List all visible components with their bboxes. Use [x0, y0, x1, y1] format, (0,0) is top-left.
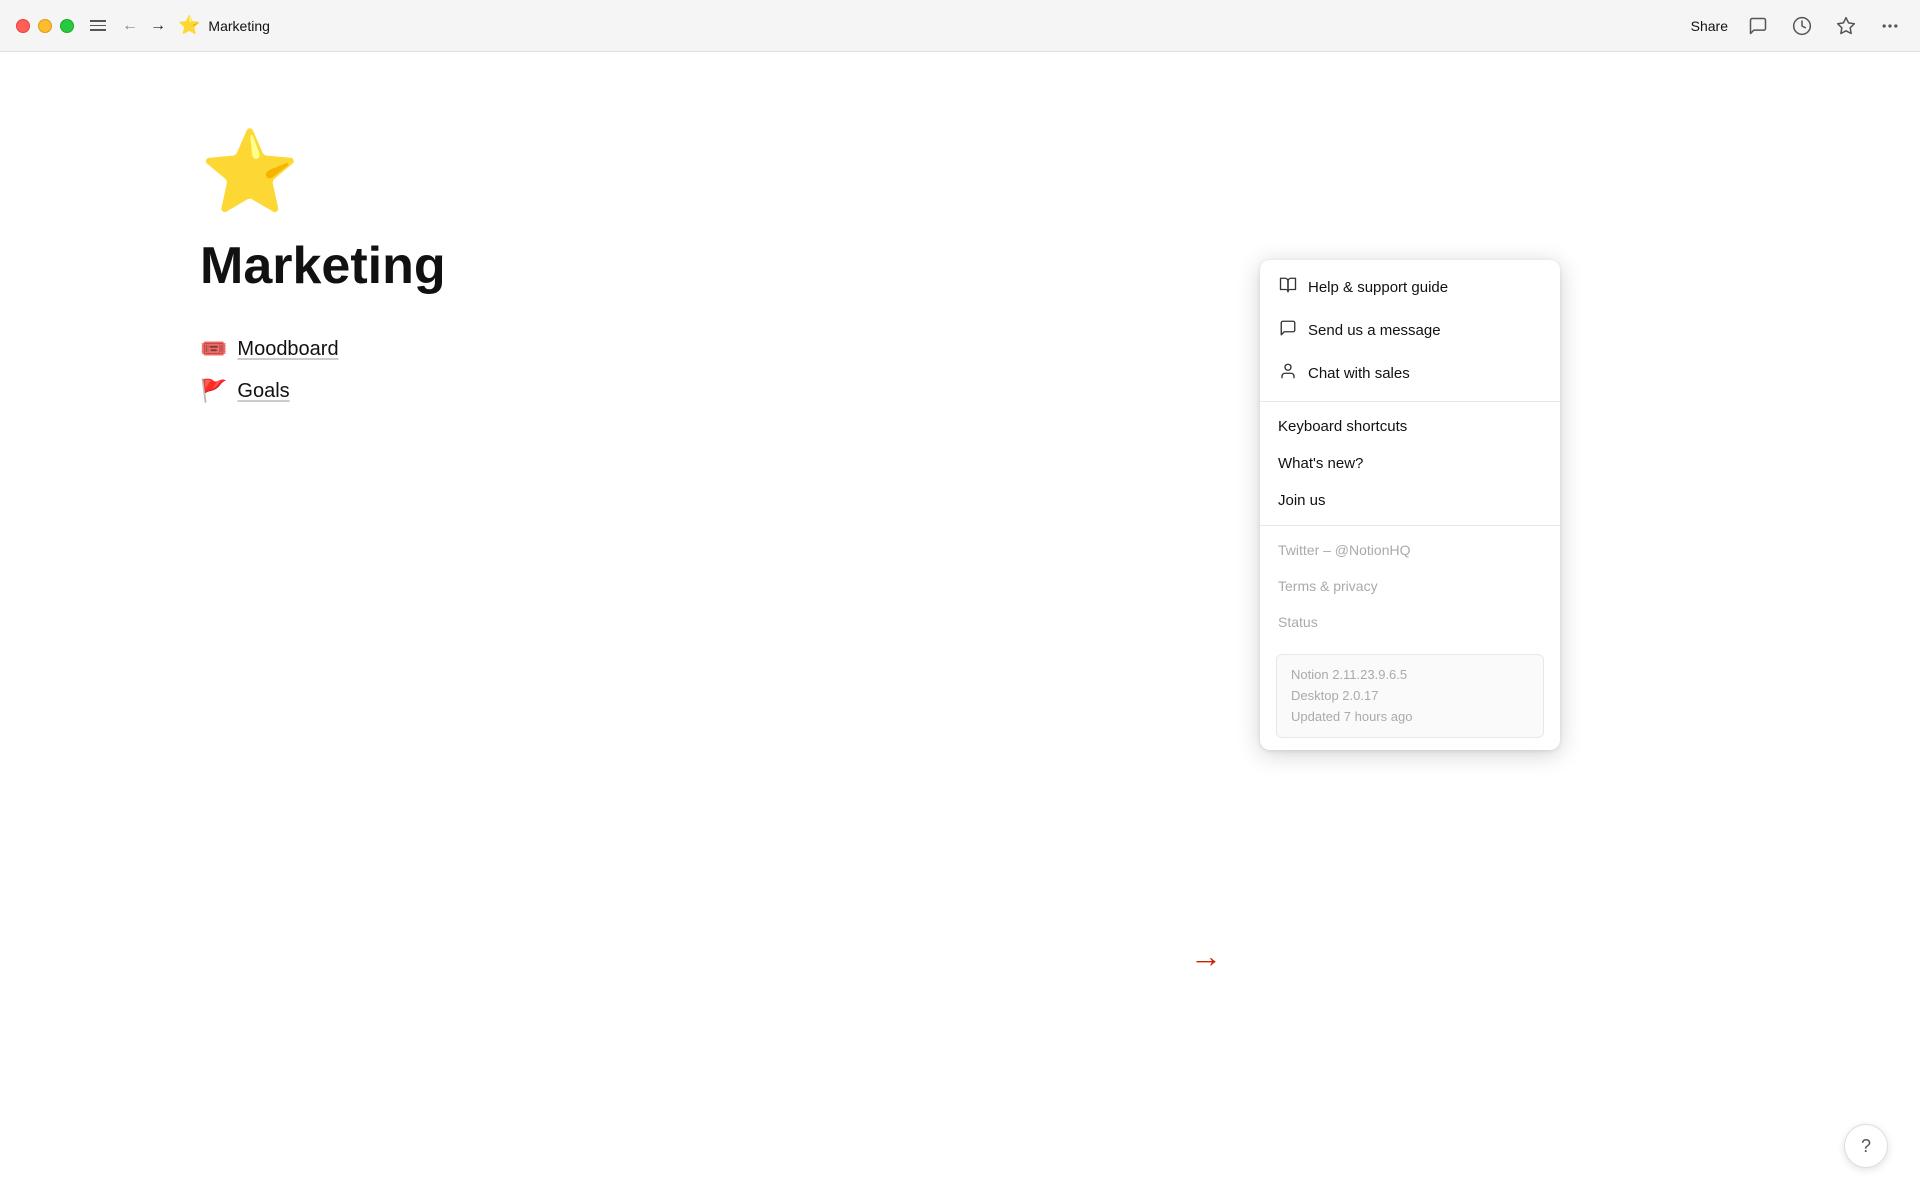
help-button-label: ? — [1861, 1136, 1871, 1157]
help-support-guide-item[interactable]: Help & support guide — [1260, 266, 1560, 309]
twitter-item[interactable]: Twitter – @NotionHQ — [1260, 532, 1560, 568]
dropdown-section-shortcuts: Keyboard shortcuts What's new? Join us — [1260, 401, 1560, 525]
status-label: Status — [1278, 614, 1318, 630]
book-icon — [1278, 276, 1298, 299]
main-content: ⭐ Marketing 🎟️ Moodboard 🚩 Goals — [0, 52, 1920, 484]
whats-new-label: What's new? — [1278, 455, 1363, 472]
status-item[interactable]: Status — [1260, 604, 1560, 640]
whats-new-item[interactable]: What's new? — [1260, 445, 1560, 482]
moodboard-emoji: 🎟️ — [200, 336, 227, 362]
comment-icon-button[interactable] — [1744, 12, 1772, 40]
version-line2: Desktop 2.0.17 — [1291, 686, 1529, 707]
more-options-button[interactable] — [1876, 12, 1904, 40]
twitter-label: Twitter – @NotionHQ — [1278, 542, 1410, 558]
version-line3: Updated 7 hours ago — [1291, 707, 1529, 728]
page-large-emoji: ⭐ — [200, 132, 1720, 212]
close-button[interactable] — [16, 19, 30, 33]
titlebar: ← → ⭐ Marketing Share — [0, 0, 1920, 52]
page-star-icon: ⭐ — [178, 15, 200, 36]
chat-with-sales-label: Chat with sales — [1308, 365, 1410, 382]
menu-icon[interactable] — [90, 20, 106, 31]
forward-button[interactable]: → — [146, 13, 170, 39]
keyboard-shortcuts-item[interactable]: Keyboard shortcuts — [1260, 408, 1560, 445]
join-us-item[interactable]: Join us — [1260, 482, 1560, 519]
version-line1: Notion 2.11.23.9.6.5 — [1291, 665, 1529, 686]
titlebar-right: Share — [1691, 12, 1904, 40]
history-icon-button[interactable] — [1788, 12, 1816, 40]
terms-privacy-item[interactable]: Terms & privacy — [1260, 568, 1560, 604]
message-icon — [1278, 319, 1298, 342]
goals-link[interactable]: Goals — [237, 380, 289, 403]
moodboard-link[interactable]: Moodboard — [237, 338, 338, 361]
maximize-button[interactable] — [60, 19, 74, 33]
traffic-lights — [16, 19, 74, 33]
version-info-box: Notion 2.11.23.9.6.5 Desktop 2.0.17 Upda… — [1276, 654, 1544, 738]
dropdown-section-help: Help & support guide Send us a message C… — [1260, 260, 1560, 401]
help-dropdown-menu: Help & support guide Send us a message C… — [1260, 260, 1560, 750]
titlebar-page-title: Marketing — [208, 18, 269, 34]
help-support-guide-label: Help & support guide — [1308, 279, 1448, 296]
page-icon-title: ⭐ Marketing — [178, 15, 270, 36]
share-button[interactable]: Share — [1691, 18, 1728, 34]
minimize-button[interactable] — [38, 19, 52, 33]
arrow-indicator: → — [1190, 938, 1222, 975]
keyboard-shortcuts-label: Keyboard shortcuts — [1278, 418, 1407, 435]
nav-arrows: ← → — [118, 13, 170, 39]
dropdown-section-links: Twitter – @NotionHQ Terms & privacy Stat… — [1260, 525, 1560, 646]
person-icon — [1278, 362, 1298, 385]
send-message-label: Send us a message — [1308, 322, 1441, 339]
join-us-label: Join us — [1278, 492, 1326, 509]
goals-emoji: 🚩 — [200, 378, 227, 404]
chat-with-sales-item[interactable]: Chat with sales — [1260, 352, 1560, 395]
back-button[interactable]: ← — [118, 13, 142, 39]
send-message-item[interactable]: Send us a message — [1260, 309, 1560, 352]
help-button[interactable]: ? — [1844, 1124, 1888, 1168]
favorite-icon-button[interactable] — [1832, 12, 1860, 40]
terms-privacy-label: Terms & privacy — [1278, 578, 1378, 594]
